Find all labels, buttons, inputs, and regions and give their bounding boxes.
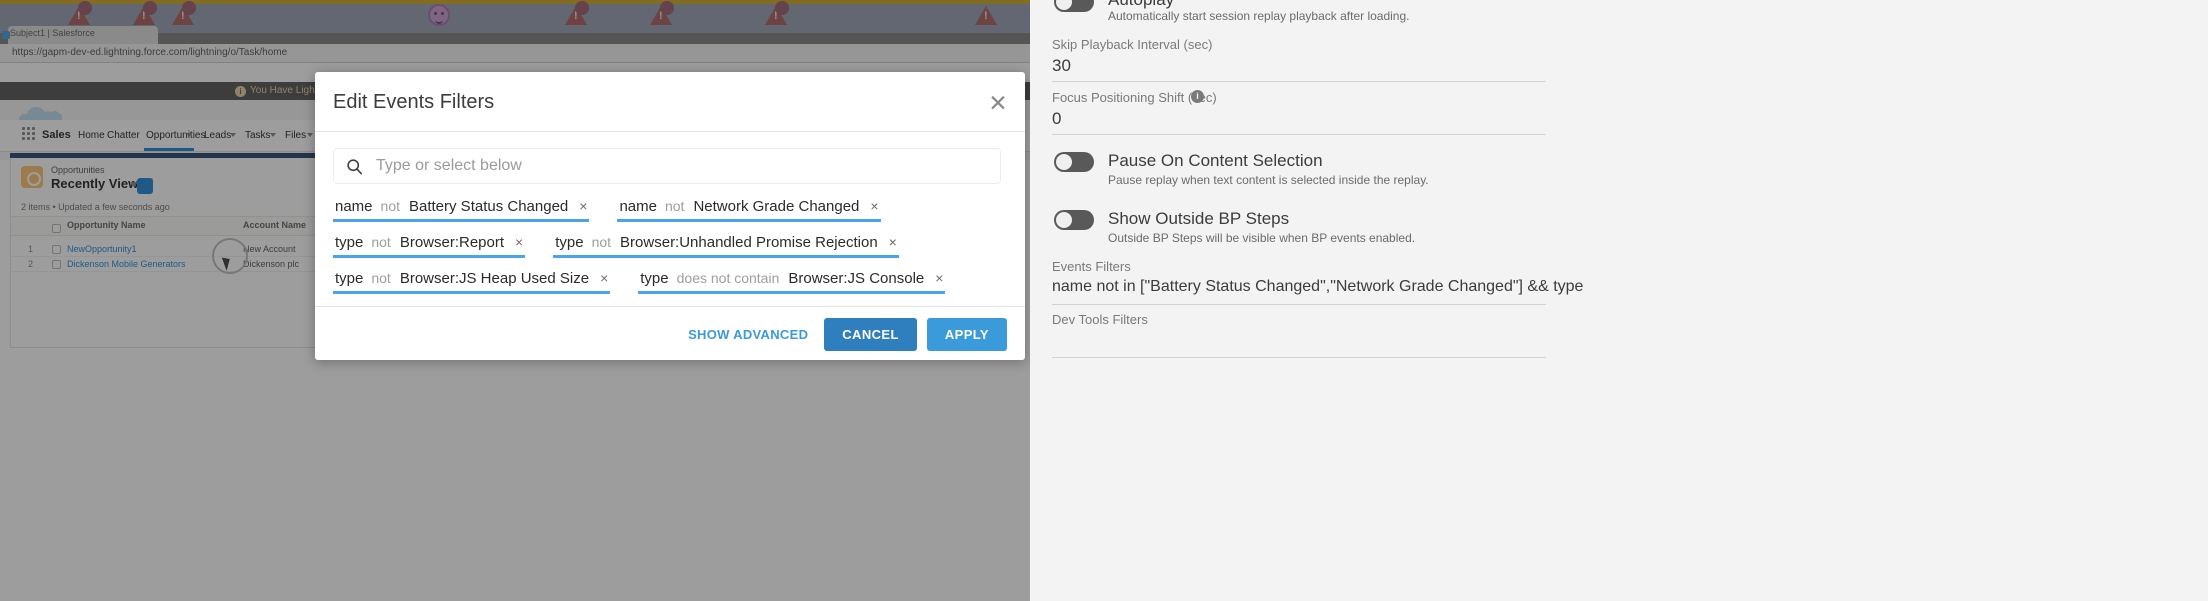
toggle-knob [1056, 0, 1072, 10]
chip-field: type [335, 234, 364, 251]
chip-remove-icon[interactable]: × [935, 270, 943, 286]
show-outside-bp-title: Show Outside BP Steps [1108, 209, 1290, 228]
edit-events-filters-dialog: Edit Events Filters ✕ name not Battery S… [315, 72, 1025, 360]
search-icon [347, 159, 363, 175]
chip-field: type [335, 270, 364, 287]
field-underline [1052, 357, 1546, 358]
filter-chip[interactable]: type does not contain Browser:JS Console… [638, 270, 946, 294]
dialog-body: name not Battery Status Changed × name n… [315, 132, 1025, 306]
events-filters-value[interactable]: name not in ["Battery Status Changed","N… [1052, 278, 1583, 296]
info-icon[interactable]: i [1191, 90, 1204, 103]
chip-remove-icon[interactable]: × [579, 198, 587, 214]
filter-chip[interactable]: name not Network Grade Changed × [617, 198, 881, 222]
chip-remove-icon[interactable]: × [870, 198, 878, 214]
chip-operator: does not contain [676, 270, 780, 286]
chip-field: name [335, 198, 373, 215]
chip-remove-icon[interactable]: × [889, 234, 897, 250]
chip-value: Network Grade Changed [693, 198, 860, 215]
dialog-footer: SHOW ADVANCED CANCEL APPLY [315, 306, 1025, 362]
screen: Subject1 | Salesforce https://gapm-dev-e… [0, 0, 2208, 601]
dialog-title: Edit Events Filters [333, 91, 495, 113]
skip-playback-value[interactable]: 30 [1052, 56, 1071, 76]
chip-operator: not [591, 234, 612, 250]
chip-remove-icon[interactable]: × [515, 234, 523, 250]
pause-on-content-subtitle: Pause replay when text content is select… [1108, 173, 1429, 187]
field-underline [1052, 134, 1546, 135]
focus-shift-value[interactable]: 0 [1052, 109, 1061, 129]
dev-tools-filters-label: Dev Tools Filters [1052, 312, 1148, 327]
apply-button[interactable]: APPLY [926, 318, 1007, 351]
show-advanced-button[interactable]: SHOW ADVANCED [688, 327, 808, 342]
filter-chip-row: type not Browser:JS Heap Used Size × typ… [333, 270, 1007, 294]
toggle-knob [1056, 154, 1072, 170]
close-icon[interactable]: ✕ [985, 90, 1011, 116]
chip-operator: not [371, 270, 391, 286]
chip-field: name [619, 198, 657, 215]
filter-chip-row: name not Battery Status Changed × name n… [333, 198, 1007, 222]
filter-search-box[interactable] [333, 148, 1001, 184]
chip-value: Browser:Unhandled Promise Rejection [620, 234, 878, 251]
cancel-button[interactable]: CANCEL [824, 318, 917, 351]
chip-value: Browser:Report [399, 234, 505, 251]
pause-on-content-title: Pause On Content Selection [1108, 151, 1323, 170]
autoplay-subtitle: Automatically start session replay playb… [1108, 9, 1410, 23]
filter-chip[interactable]: type not Browser:Unhandled Promise Rejec… [553, 234, 899, 258]
chip-field: type [640, 270, 669, 287]
show-outside-bp-subtitle: Outside BP Steps will be visible when BP… [1108, 231, 1416, 245]
chip-remove-icon[interactable]: × [600, 270, 608, 286]
show-outside-bp-steps-toggle[interactable] [1054, 210, 1094, 230]
chip-operator: not [371, 234, 391, 250]
dialog-header: Edit Events Filters ✕ [315, 72, 1025, 132]
chip-operator: not [664, 198, 685, 214]
chip-value: Browser:JS Console [788, 270, 925, 287]
chip-field: type [555, 234, 584, 251]
chip-value: Battery Status Changed [409, 198, 569, 215]
field-underline [1052, 81, 1546, 82]
events-filters-label: Events Filters [1052, 259, 1131, 274]
filter-chip[interactable]: name not Battery Status Changed × [333, 198, 590, 222]
filter-chip-list: name not Battery Status Changed × name n… [333, 198, 1007, 294]
skip-playback-label: Skip Playback Interval (sec) [1052, 37, 1213, 52]
chip-value: Browser:JS Heap Used Size [399, 270, 590, 287]
toggle-knob [1056, 212, 1072, 228]
search-input[interactable] [376, 149, 996, 183]
filter-chip-row: type not Browser:Report × type not Brows… [333, 234, 1007, 258]
filter-chip[interactable]: type not Browser:JS Heap Used Size × [333, 270, 611, 294]
chip-operator: not [380, 198, 400, 214]
autoplay-toggle[interactable] [1054, 0, 1094, 12]
replay-settings-panel: Autoplay Automatically start session rep… [1030, 0, 2208, 601]
pause-on-content-selection-toggle[interactable] [1054, 152, 1094, 172]
filter-chip[interactable]: type not Browser:Report × [333, 234, 526, 258]
field-underline [1052, 304, 1546, 305]
